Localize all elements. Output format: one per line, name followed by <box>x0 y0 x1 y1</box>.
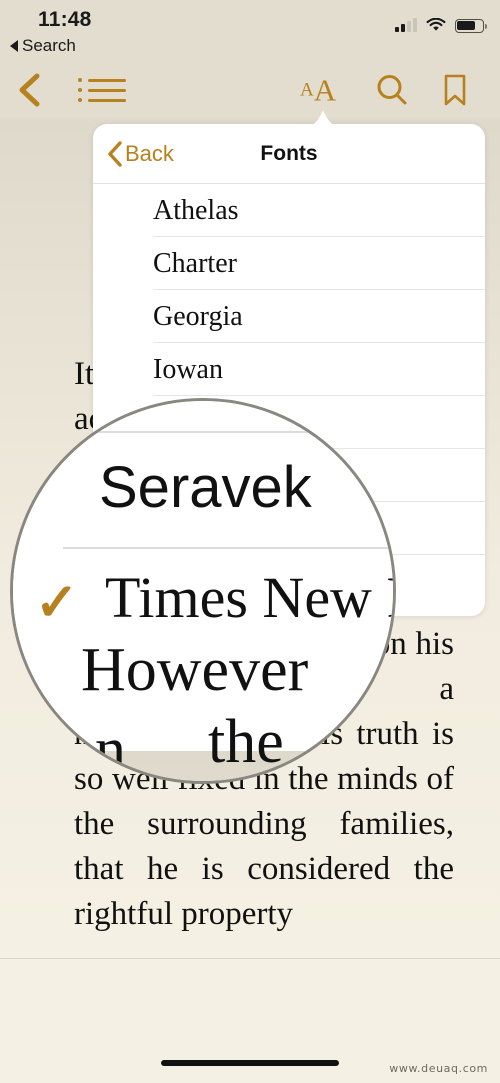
magnified-page-word-the: the <box>208 708 284 776</box>
library-back-button[interactable] <box>16 72 42 108</box>
font-list-item-georgia[interactable]: ✓ Georgia <box>93 290 485 343</box>
battery-icon <box>455 18 487 33</box>
magnified-font-name-seravek[interactable]: Seravek <box>99 459 312 517</box>
magnifier-loupe: Seravek ✓ Times New R However n the <box>10 398 396 784</box>
popover-arrow <box>306 108 340 127</box>
font-list-item-iowan[interactable]: ✓ Iowan <box>93 343 485 396</box>
popover-header: Back Fonts <box>93 124 485 184</box>
font-size-large-label: A <box>313 72 337 108</box>
status-time: 11:48 <box>38 8 92 31</box>
font-list-item-athelas[interactable]: ✓ Athelas <box>93 184 485 237</box>
font-name-label: Charter <box>153 247 237 279</box>
status-back-link[interactable]: Search <box>10 36 76 56</box>
table-of-contents-button[interactable] <box>78 78 126 102</box>
cellular-signal-icon <box>395 18 417 32</box>
back-triangle-icon <box>10 40 18 52</box>
magnified-separator <box>63 547 393 549</box>
magnified-page-surface <box>13 751 393 781</box>
font-name-label: Iowan <box>153 353 223 385</box>
reader-toolbar: AA <box>0 62 500 118</box>
font-size-button[interactable]: AA <box>300 75 336 106</box>
status-back-label: Search <box>22 36 76 55</box>
bookmark-button[interactable] <box>442 73 468 107</box>
search-button[interactable] <box>375 73 409 107</box>
home-indicator[interactable] <box>161 1060 339 1066</box>
font-size-small-label: A <box>300 79 314 101</box>
magnifier-content: Seravek ✓ Times New R However n the <box>13 401 393 784</box>
status-bar: 11:48 Search <box>0 0 500 62</box>
magnified-page-word-however: However <box>81 636 309 704</box>
magnified-separator <box>63 431 393 433</box>
status-indicators <box>395 18 487 33</box>
popover-title: Fonts <box>260 141 318 165</box>
magnified-font-name-times[interactable]: Times New R <box>105 569 393 627</box>
font-list-item-charter[interactable]: ✓ Charter <box>93 237 485 290</box>
magnified-page-word-n: n <box>95 716 126 784</box>
font-name-label: Athelas <box>153 194 239 226</box>
watermark: www.deuaq.com <box>389 1062 488 1075</box>
magnified-checkmark-icon: ✓ <box>35 574 79 632</box>
wifi-icon <box>426 18 446 31</box>
font-name-label: Georgia <box>153 300 243 332</box>
